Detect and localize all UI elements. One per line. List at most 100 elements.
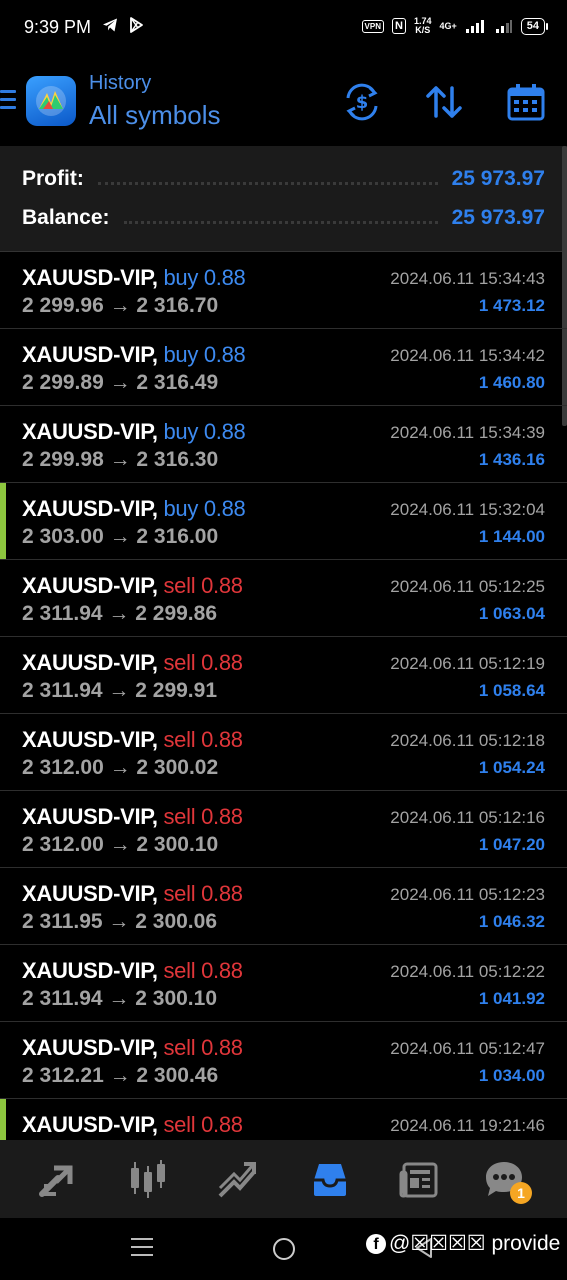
tab-messages[interactable]: 1 xyxy=(482,1158,532,1204)
deal-time: 2024.06.11 15:34:42 xyxy=(390,346,545,365)
deal-side: sell 0.88 xyxy=(163,573,243,598)
deposit-filter-button[interactable]: $ xyxy=(340,80,384,124)
deal-symbol-name: XAUUSD-VIP, xyxy=(22,1112,158,1137)
deal-side: buy 0.88 xyxy=(163,342,246,367)
deals-list[interactable]: XAUUSD-VIP, buy 0.88 2 299.96 → 2 316.70 2… xyxy=(0,252,567,1140)
header-title[interactable]: All symbols xyxy=(89,100,220,131)
profit-row: Profit: 25 973.97 xyxy=(22,164,545,194)
deal-time: 2024.06.11 05:12:47 xyxy=(390,1039,545,1058)
metatrader-logo-icon xyxy=(36,86,66,116)
signal-icon-2 xyxy=(495,20,512,33)
nfc-icon: N xyxy=(392,18,406,34)
status-system-icons: VPN N 1.74 K/S 4G+ 54 xyxy=(361,17,549,35)
deal-row[interactable]: XAUUSD-VIP, buy 0.88 2 299.96 → 2 316.70 2… xyxy=(0,252,567,329)
deal-prices: 2 311.95 → 2 300.06 xyxy=(22,910,217,933)
deal-profit: 1 063.04 xyxy=(478,604,545,623)
deal-symbol: XAUUSD-VIP, buy 0.88 xyxy=(22,419,246,445)
deal-prices: 2 303.00 → 2 316.00 xyxy=(22,525,219,548)
home-button[interactable] xyxy=(273,1238,295,1260)
telegram-icon xyxy=(103,18,117,32)
deal-time: 2024.06.11 05:12:25 xyxy=(390,577,545,596)
network-speed-unit: K/S xyxy=(415,25,431,35)
deal-time: 2024.06.11 19:21:46 xyxy=(390,1116,545,1135)
network-speed: 1.74 K/S xyxy=(414,17,432,35)
deal-symbol: XAUUSD-VIP, sell 0.88 xyxy=(22,958,243,984)
deal-profit: 1 473.12 xyxy=(478,296,545,315)
app-bar: History All symbols $ xyxy=(0,56,567,146)
tab-trade[interactable] xyxy=(216,1158,260,1202)
deal-row[interactable]: XAUUSD-VIP, sell 0.88 2 312.21 → 2 300.46… xyxy=(0,1022,567,1099)
deal-row[interactable]: XAUUSD-VIP, buy 0.88 2 303.00 → 2 316.00 2… xyxy=(0,483,567,560)
deal-prices: 2 311.94 → 2 299.86 xyxy=(22,602,217,625)
balance-value: 25 973.97 xyxy=(451,206,545,229)
recent-apps-button[interactable] xyxy=(131,1238,153,1262)
deal-profit: 1 436.16 xyxy=(478,450,545,469)
tab-chart[interactable] xyxy=(126,1158,170,1202)
deal-row[interactable]: XAUUSD-VIP, sell 0.88 2 311.94 → 2 299.91… xyxy=(0,637,567,714)
deal-symbol-name: XAUUSD-VIP, xyxy=(22,958,158,983)
vpn-icon: VPN xyxy=(361,19,384,33)
deal-profit: 1 054.24 xyxy=(478,758,545,777)
deal-symbol: XAUUSD-VIP, sell 0.88 xyxy=(22,650,243,676)
sort-button[interactable] xyxy=(422,80,466,124)
bottom-tab-bar: 1 xyxy=(0,1140,567,1218)
deal-symbol-name: XAUUSD-VIP, xyxy=(22,1035,158,1060)
status-bar: 9:39 PM VPN N 1.74 K/S 4G+ 54 xyxy=(0,0,567,56)
deal-side: sell 0.88 xyxy=(163,958,243,983)
deal-row[interactable]: XAUUSD-VIP, sell 0.88 2 312.00 → 2 300.02… xyxy=(0,714,567,791)
header-subtitle: History xyxy=(89,72,152,94)
deal-time: 2024.06.11 05:12:23 xyxy=(390,885,545,904)
deal-side: sell 0.88 xyxy=(163,804,243,829)
deal-row[interactable]: XAUUSD-VIP, sell 0.88 2 312.00 → 2 300.10… xyxy=(0,791,567,868)
deal-prices: 2 299.98 → 2 316.30 xyxy=(22,448,219,471)
deal-symbol: XAUUSD-VIP, sell 0.88 xyxy=(22,573,243,599)
deal-row[interactable]: XAUUSD-VIP, sell 0.88 2 311.94 → 2 300.10… xyxy=(0,945,567,1022)
tab-history[interactable] xyxy=(308,1158,352,1202)
deal-prices: 2 299.96 → 2 316.70 xyxy=(22,294,219,317)
deal-symbol-name: XAUUSD-VIP, xyxy=(22,496,158,521)
deal-profit: 1 034.00 xyxy=(478,1066,545,1085)
deal-profit: 1 047.20 xyxy=(478,835,545,854)
deal-profit: 1 046.32 xyxy=(478,912,545,931)
deal-symbol-name: XAUUSD-VIP, xyxy=(22,265,158,290)
deal-row[interactable]: XAUUSD-VIP, sell 0.88 2024.06.11 19:21:46 xyxy=(0,1099,567,1140)
deal-symbol: XAUUSD-VIP, sell 0.88 xyxy=(22,1112,243,1138)
calendar-button[interactable] xyxy=(504,80,548,124)
deal-profit: 1 460.80 xyxy=(478,373,545,392)
deal-symbol-name: XAUUSD-VIP, xyxy=(22,419,158,444)
system-navigation-bar: f @☒☒☒☒ provide xyxy=(0,1218,567,1280)
deal-time: 2024.06.11 15:32:04 xyxy=(390,500,545,519)
menu-icon[interactable] xyxy=(0,90,16,112)
tab-news[interactable] xyxy=(398,1158,442,1202)
deal-side: sell 0.88 xyxy=(163,881,243,906)
deal-prices: 2 312.00 → 2 300.02 xyxy=(22,756,219,779)
battery-icon: 54 xyxy=(520,17,549,35)
deal-prices: 2 299.89 → 2 316.49 xyxy=(22,371,219,394)
tab-quotes[interactable] xyxy=(36,1158,80,1202)
deal-row[interactable]: XAUUSD-VIP, buy 0.88 2 299.89 → 2 316.49 2… xyxy=(0,329,567,406)
deal-time: 2024.06.11 15:34:39 xyxy=(390,423,545,442)
deal-symbol-name: XAUUSD-VIP, xyxy=(22,804,158,829)
deal-side: sell 0.88 xyxy=(163,650,243,675)
chart-icon xyxy=(131,1160,165,1198)
deal-time: 2024.06.11 05:12:16 xyxy=(390,808,545,827)
deal-time: 2024.06.11 05:12:18 xyxy=(390,731,545,750)
deal-side: buy 0.88 xyxy=(163,496,246,521)
deal-row[interactable]: XAUUSD-VIP, sell 0.88 2 311.95 → 2 300.06… xyxy=(0,868,567,945)
deal-prices: 2 312.21 → 2 300.46 xyxy=(22,1064,219,1087)
status-notifications xyxy=(101,16,145,34)
quotes-icon xyxy=(39,1165,73,1197)
deal-profit: 1 144.00 xyxy=(478,527,545,546)
network-type: 4G+ xyxy=(439,21,457,31)
svg-text:$: $ xyxy=(356,92,369,113)
deal-row[interactable]: XAUUSD-VIP, buy 0.88 2 299.98 → 2 316.30 2… xyxy=(0,406,567,483)
history-summary: Profit: 25 973.97 Balance: 25 973.97 xyxy=(0,146,567,252)
metatrader-logo xyxy=(26,76,76,126)
deal-row[interactable]: XAUUSD-VIP, sell 0.88 2 311.94 → 2 299.86… xyxy=(0,560,567,637)
dotted-leader xyxy=(123,220,438,224)
watermark-text: @☒☒☒☒ provide xyxy=(389,1232,561,1255)
deal-prices: 2 311.94 → 2 299.91 xyxy=(22,679,217,702)
status-time: 9:39 PM xyxy=(24,17,92,37)
trade-icon xyxy=(218,1162,256,1198)
deal-symbol: XAUUSD-VIP, sell 0.88 xyxy=(22,727,243,753)
